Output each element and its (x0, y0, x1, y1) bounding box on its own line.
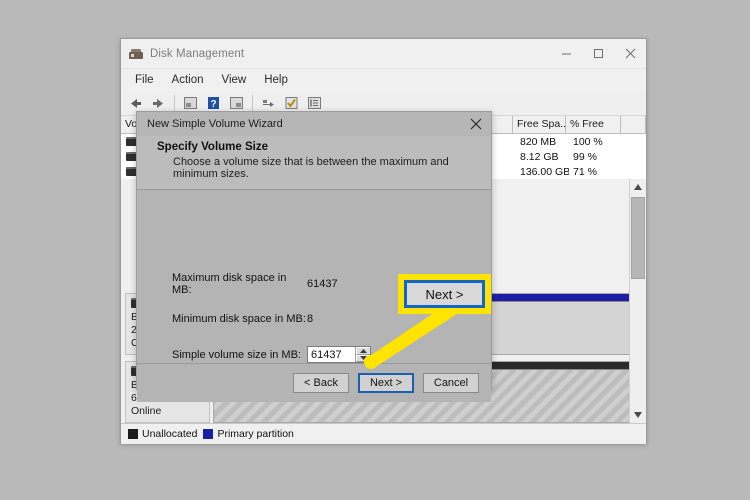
menu-bar: File Action View Help (121, 69, 646, 91)
menu-help[interactable]: Help (256, 72, 296, 88)
legend-label-unallocated: Unallocated (142, 428, 197, 440)
minimize-icon[interactable] (550, 39, 582, 68)
wizard-subheading: Choose a volume size that is between the… (173, 156, 491, 180)
wizard-header: Specify Volume Size Choose a volume size… (137, 136, 491, 190)
scrollbar-thumb[interactable] (631, 197, 645, 279)
toolbar-separator (252, 95, 253, 111)
cancel-button[interactable]: Cancel (423, 373, 479, 393)
screenshot-stage: Disk Management File Action View Help (0, 0, 750, 500)
value-maximum-disk-space: 61437 (307, 278, 338, 290)
label-simple-volume-size: Simple volume size in MB: (172, 349, 307, 361)
row-percent-free: 99 % (569, 151, 624, 163)
label-minimum-disk-space: Minimum disk space in MB: (172, 313, 307, 325)
show-pane-icon[interactable] (180, 93, 201, 113)
help-icon[interactable]: ? (203, 93, 224, 113)
legend-swatch-unallocated (128, 429, 138, 439)
toolbar-separator (174, 95, 175, 111)
stepper-down-icon[interactable] (356, 355, 370, 363)
svg-text:?: ? (210, 99, 216, 110)
field-simple-volume-size: Simple volume size in MB: (172, 346, 491, 363)
window-title: Disk Management (150, 48, 244, 60)
column-free-space[interactable]: Free Spa... (513, 116, 566, 133)
legend-swatch-primary (203, 429, 213, 439)
menu-view[interactable]: View (214, 72, 255, 88)
next-button[interactable]: Next > (358, 373, 414, 393)
list-view-icon[interactable] (304, 93, 325, 113)
disk-status: Online (131, 405, 204, 418)
stepper-buttons (355, 347, 370, 362)
window-title-bar: Disk Management (121, 39, 646, 69)
callout-next-label[interactable]: Next > (404, 280, 485, 308)
menu-file[interactable]: File (127, 72, 162, 88)
window-controls (550, 39, 646, 68)
column-percent-free[interactable]: % Free (566, 116, 621, 133)
row-free-space: 8.12 GB (516, 151, 569, 163)
row-free-space: 136.00 GB (516, 166, 569, 178)
close-icon[interactable] (465, 114, 487, 134)
legend-label-primary: Primary partition (217, 428, 293, 440)
column-filler (621, 116, 646, 133)
disk-pane-scrollbar[interactable] (629, 179, 646, 423)
next-button-callout: Next > (398, 274, 491, 314)
simple-volume-size-stepper[interactable] (307, 346, 371, 363)
scroll-down-icon[interactable] (630, 407, 646, 423)
label-maximum-disk-space: Maximum disk space in MB: (172, 272, 307, 296)
check-icon[interactable] (281, 93, 302, 113)
legend-item-primary-partition: Primary partition (203, 428, 293, 440)
row-percent-free: 71 % (569, 166, 624, 178)
wizard-title: New Simple Volume Wizard (147, 118, 283, 130)
close-icon[interactable] (614, 39, 646, 68)
row-free-space: 820 MB (516, 136, 569, 148)
simple-volume-size-input[interactable] (308, 347, 355, 362)
back-arrow-icon[interactable] (125, 93, 146, 113)
disk-icon (128, 46, 144, 62)
wizard-title-bar: New Simple Volume Wizard (137, 112, 491, 136)
legend: Unallocated Primary partition (121, 423, 646, 444)
forward-arrow-icon[interactable] (148, 93, 169, 113)
wizard-footer: < Back Next > Cancel (137, 363, 491, 402)
new-simple-volume-wizard-dialog: New Simple Volume Wizard Specify Volume … (136, 111, 492, 390)
stepper-up-icon[interactable] (356, 347, 370, 355)
properties-icon[interactable] (226, 93, 247, 113)
rescan-icon[interactable] (258, 93, 279, 113)
maximize-icon[interactable] (582, 39, 614, 68)
menu-action[interactable]: Action (164, 72, 212, 88)
row-percent-free: 100 % (569, 136, 624, 148)
scroll-up-icon[interactable] (630, 179, 646, 195)
wizard-heading: Specify Volume Size (157, 141, 491, 153)
legend-item-unallocated: Unallocated (128, 428, 197, 440)
value-minimum-disk-space: 8 (307, 313, 313, 325)
back-button[interactable]: < Back (293, 373, 349, 393)
